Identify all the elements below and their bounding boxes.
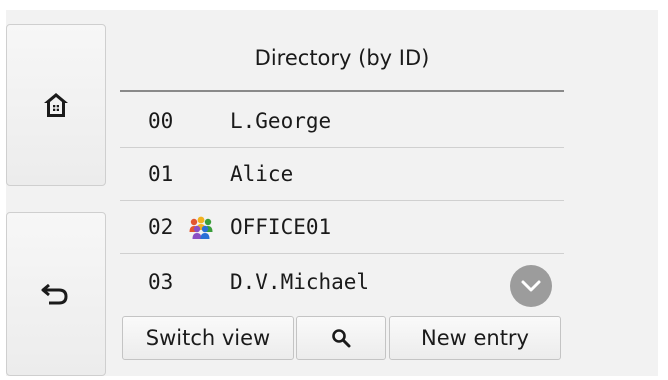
entry-id: 00 [148,109,174,133]
entry-name: OFFICE01 [230,215,332,239]
entry-id: 03 [148,270,174,294]
list-item[interactable]: 03 D.V.Michael [120,256,564,309]
entry-name: L.George [230,109,332,133]
list-item[interactable]: 02 OFFICE01 [120,201,564,254]
title-divider [120,90,564,92]
chevron-down-icon [521,280,541,292]
page-title: Directory (by ID) [254,46,430,70]
entry-id: 02 [148,215,174,239]
new-entry-button[interactable]: New entry [389,316,561,360]
back-button[interactable] [6,212,106,376]
home-icon [44,93,68,117]
magnifier-icon [332,329,351,348]
search-button[interactable] [296,316,386,360]
switch-view-label: Switch view [145,326,271,350]
entry-id: 01 [148,162,174,186]
entry-name: D.V.Michael [230,270,370,294]
back-arrow-icon [41,283,68,305]
list-item[interactable]: 01 Alice [120,148,564,201]
switch-view-button[interactable]: Switch view [122,316,294,360]
new-entry-label: New entry [420,326,529,350]
list-item[interactable]: 00 L.George [120,95,564,148]
scroll-down-button[interactable] [510,265,552,307]
home-button[interactable] [6,24,106,186]
directory-screen: Directory (by ID) 00 L.George 01 Alice 0… [0,0,668,380]
group-people-icon [189,216,213,239]
entry-name: Alice [230,162,294,186]
